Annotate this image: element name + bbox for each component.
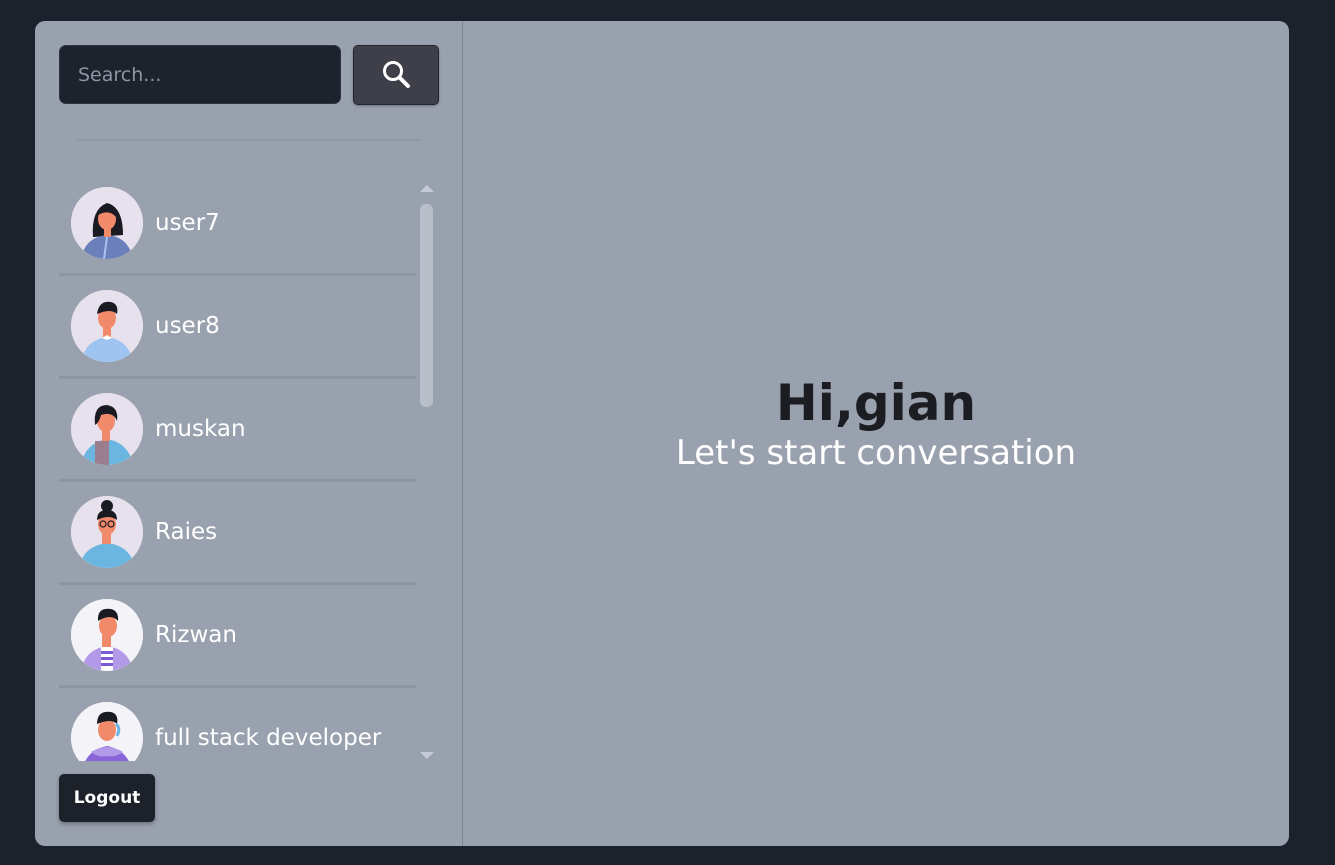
user-list-item[interactable]: Rizwan xyxy=(59,585,416,688)
divider xyxy=(77,139,421,141)
user-name: Raies xyxy=(155,519,218,545)
avatar xyxy=(71,187,143,259)
user-name: Rizwan xyxy=(155,622,237,648)
user-list-item[interactable]: full stack developer xyxy=(59,688,416,761)
user-list[interactable]: user7 user8 muskan Raies Rizwan full sta… xyxy=(59,173,416,761)
conversation-panel: Hi,gian Let's start conversation xyxy=(463,21,1289,846)
search-input[interactable] xyxy=(59,45,341,104)
scroll-up-arrow-icon[interactable] xyxy=(420,185,434,192)
scroll-down-arrow-icon[interactable] xyxy=(420,752,434,759)
user-name: full stack developer xyxy=(155,725,382,751)
user-name: muskan xyxy=(155,416,246,442)
avatar xyxy=(71,599,143,671)
avatar xyxy=(71,702,143,761)
user-list-item[interactable]: user7 xyxy=(59,173,416,276)
search-button[interactable] xyxy=(353,45,439,105)
avatar xyxy=(71,496,143,568)
user-name: user8 xyxy=(155,313,220,339)
sidebar: user7 user8 xyxy=(35,21,463,846)
logout-button[interactable]: Logout xyxy=(59,774,155,822)
user-list-item[interactable]: muskan xyxy=(59,379,416,482)
user-list-scrollbar[interactable] xyxy=(418,181,434,759)
greeting-subtitle: Let's start conversation xyxy=(675,432,1077,473)
search-bar xyxy=(59,45,439,105)
user-list-item[interactable]: Raies xyxy=(59,482,416,585)
user-list-item[interactable]: user8 xyxy=(59,276,416,379)
avatar xyxy=(71,290,143,362)
search-icon xyxy=(381,59,411,92)
scrollbar-thumb[interactable] xyxy=(420,204,433,407)
avatar xyxy=(71,393,143,465)
greeting-heading: Hi,gian xyxy=(775,373,977,432)
user-name: user7 xyxy=(155,210,220,236)
chat-app-card: user7 user8 xyxy=(35,21,1289,846)
